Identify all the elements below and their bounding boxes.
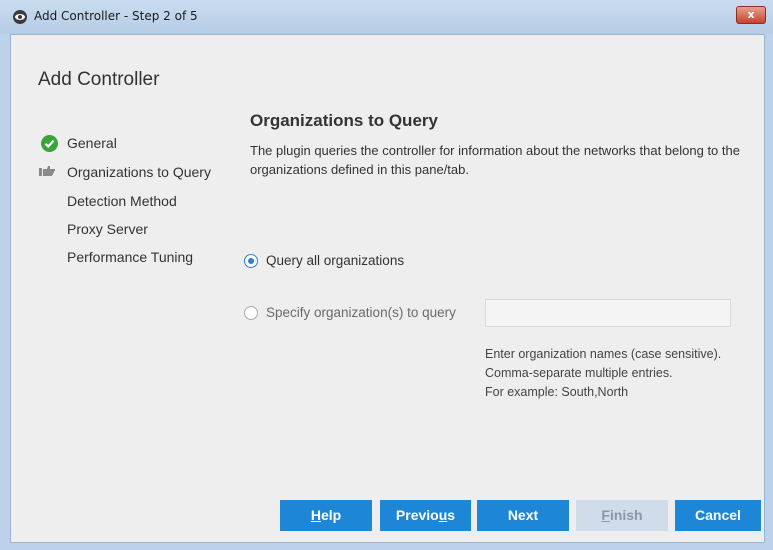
hint-line: Enter organization names (case sensitive… xyxy=(485,347,722,361)
pane-description: The plugin queries the controller for in… xyxy=(250,143,740,177)
previous-mnemonic: u xyxy=(438,507,448,523)
hint-line: Comma-separate multiple entries. xyxy=(485,366,673,380)
add-controller-window: Add Controller - Step 2 of 5 x Add Contr… xyxy=(0,0,773,550)
dialog-heading: Add Controller xyxy=(38,69,160,90)
organization-names-input[interactable] xyxy=(485,299,731,327)
help-button[interactable]: Help xyxy=(280,500,372,531)
step-organizations-to-query[interactable]: Organizations to Query xyxy=(67,164,211,180)
previous-button[interactable]: Previous xyxy=(380,500,471,531)
dialog-body: Add Controller General Organizations to … xyxy=(10,34,765,543)
hint-line: For example: South,North xyxy=(485,385,629,399)
help-mnemonic: H xyxy=(310,507,321,523)
organization-hint: Enter organization names (case sensitive… xyxy=(485,345,721,402)
pane-title: Organizations to Query xyxy=(250,111,438,130)
window-title: Add Controller - Step 2 of 5 xyxy=(34,9,198,23)
step-detection-method[interactable]: Detection Method xyxy=(67,193,177,209)
finish-button: Finish xyxy=(576,500,668,531)
finish-label-rest: inish xyxy=(609,507,643,523)
next-button[interactable]: Next xyxy=(477,500,569,531)
title-bar[interactable]: Add Controller - Step 2 of 5 x xyxy=(0,0,773,34)
previous-label-start: Previo xyxy=(395,507,439,523)
specify-organizations-radio[interactable] xyxy=(244,306,258,320)
step-proxy-server[interactable]: Proxy Server xyxy=(67,221,148,237)
query-all-radio[interactable] xyxy=(244,254,258,268)
step-general[interactable]: General xyxy=(67,135,117,151)
cancel-button[interactable]: Cancel xyxy=(675,500,761,531)
query-all-label: Query all organizations xyxy=(266,253,405,268)
previous-label-end: s xyxy=(447,507,456,523)
close-button[interactable]: x xyxy=(736,6,766,24)
check-circle-icon xyxy=(41,135,58,152)
specify-organizations-label: Specify organization(s) to query xyxy=(266,305,456,320)
step-performance-tuning[interactable]: Performance Tuning xyxy=(67,249,193,265)
help-label-rest: elp xyxy=(320,507,342,523)
finish-mnemonic: F xyxy=(601,507,610,523)
app-eye-icon xyxy=(13,10,27,24)
pointing-hand-icon xyxy=(39,166,55,176)
